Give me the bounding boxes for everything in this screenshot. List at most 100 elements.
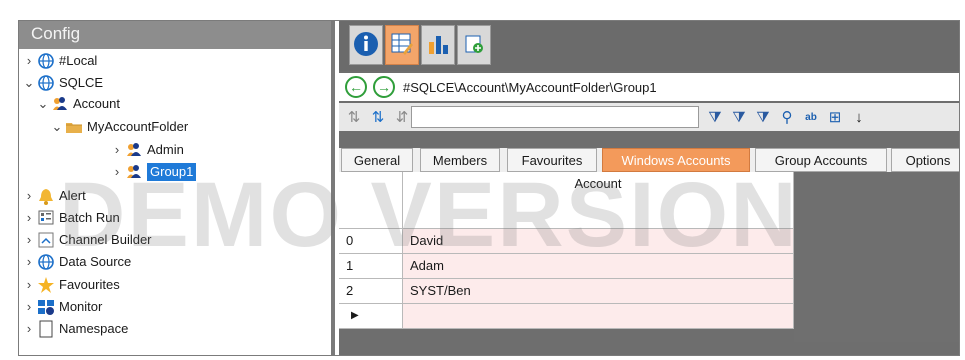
- toolbar: [339, 21, 959, 71]
- tree-item-account[interactable]: ⌄ Account: [37, 93, 120, 115]
- tab-windows-accounts[interactable]: Windows Accounts: [602, 148, 750, 172]
- account-cell[interactable]: David: [403, 229, 794, 254]
- tree-item-label: #Local: [59, 53, 98, 68]
- tab-bar: General Members Favourites Windows Accou…: [339, 148, 959, 172]
- account-cell[interactable]: SYST/Ben: [403, 279, 794, 304]
- sort-descending-icon[interactable]: ⇅: [369, 108, 387, 126]
- chevron-right-icon[interactable]: ›: [111, 161, 123, 183]
- filter-input[interactable]: [411, 106, 699, 128]
- tree-item-favourites[interactable]: › Favourites: [23, 274, 120, 296]
- star-icon: [37, 276, 55, 294]
- chevron-down-icon[interactable]: ⌄: [51, 116, 63, 138]
- tab-options[interactable]: Options: [891, 148, 959, 172]
- filter-clear-icon[interactable]: ⧩: [729, 107, 749, 127]
- tree-item-sqlce[interactable]: ⌄ SQLCE: [23, 72, 103, 94]
- forward-button[interactable]: →: [373, 76, 395, 98]
- tree-item-namespace[interactable]: › Namespace: [23, 318, 128, 340]
- edit-grid-button[interactable]: [385, 25, 419, 65]
- filter-up-icon[interactable]: ⧩: [753, 107, 773, 127]
- arrow-left-icon: ←: [349, 79, 363, 95]
- tree-item-label: Favourites: [59, 277, 120, 292]
- tree-item-label: Group1: [147, 163, 197, 181]
- globe-icon: [37, 74, 55, 92]
- chevron-right-icon[interactable]: ›: [23, 229, 35, 251]
- tree-item-monitor[interactable]: › Monitor: [23, 296, 102, 318]
- tree-item-local[interactable]: › #Local: [23, 50, 97, 72]
- config-header: Config: [19, 21, 331, 49]
- users-icon: [51, 95, 69, 113]
- chevron-right-icon[interactable]: ›: [23, 207, 35, 229]
- chart-button[interactable]: [421, 25, 455, 65]
- application-window: Config › #Local ⌄ SQLCE ⌄ Account ⌄ MyAc…: [18, 20, 960, 356]
- tree-item-label: Admin: [147, 142, 184, 157]
- tree-item-label: Channel Builder: [59, 232, 152, 247]
- tree-item-label: Batch Run: [59, 210, 120, 225]
- new-row-marker[interactable]: ▶: [339, 304, 403, 329]
- accounts-grid: Account 0 David 1 Adam 2 SYST/Ben ▶: [339, 172, 794, 342]
- tab-members[interactable]: Members: [420, 148, 500, 172]
- tree-item-group1[interactable]: › Group1: [111, 161, 197, 183]
- tree-item-channel-builder[interactable]: › Channel Builder: [23, 229, 152, 251]
- chevron-right-icon[interactable]: ›: [23, 318, 35, 340]
- grid-export-icon[interactable]: ⊞: [825, 107, 845, 127]
- tree-item-admin[interactable]: › Admin: [111, 139, 184, 161]
- tree-item-label: MyAccountFolder: [87, 119, 189, 134]
- edit-grid-icon: [390, 32, 414, 59]
- detail-panel: ← → #SQLCE\Account\MyAccountFolder\Group…: [339, 21, 959, 355]
- tree-item-myaccountfolder[interactable]: ⌄ MyAccountFolder: [51, 116, 189, 138]
- row-index[interactable]: 2: [339, 279, 403, 304]
- channel-icon: [37, 231, 55, 249]
- row-index[interactable]: 1: [339, 254, 403, 279]
- bell-icon: [37, 187, 55, 205]
- tab-general[interactable]: General: [341, 148, 413, 172]
- users-icon: [125, 163, 143, 181]
- tree-item-label: Alert: [59, 188, 86, 203]
- tree-item-label: Monitor: [59, 299, 103, 314]
- chevron-down-icon[interactable]: ⌄: [23, 72, 35, 94]
- globe-icon: [37, 253, 55, 271]
- new-page-icon: [463, 33, 485, 58]
- tab-favourites[interactable]: Favourites: [507, 148, 597, 172]
- chart-icon: [426, 32, 450, 59]
- filter-icon[interactable]: ⧩: [705, 107, 725, 127]
- chevron-right-icon[interactable]: ›: [111, 139, 123, 161]
- sort-az-icon[interactable]: ↓: [849, 107, 869, 127]
- grid-empty-area: [794, 172, 959, 342]
- tree-item-label: Account: [73, 96, 120, 111]
- chevron-down-icon[interactable]: ⌄: [37, 93, 49, 115]
- folder-icon: [65, 118, 83, 136]
- globe-icon: [37, 52, 55, 70]
- sort-ascending-icon[interactable]: ⇅: [345, 108, 363, 126]
- path-display: #SQLCE\Account\MyAccountFolder\Group1: [403, 79, 657, 95]
- row-index[interactable]: 0: [339, 229, 403, 254]
- tree-item-batch-run[interactable]: › Batch Run: [23, 207, 120, 229]
- info-button[interactable]: [349, 25, 383, 65]
- tree-item-label: Namespace: [59, 321, 129, 336]
- chevron-right-icon[interactable]: ›: [23, 274, 35, 296]
- filter-bar: ⇅ ⇅ ⇵ ⧩ ⧩ ⧩ ⚲ ab ⊞ ↓: [339, 103, 959, 131]
- monitor-icon: [37, 298, 55, 316]
- tree-item-data-source[interactable]: › Data Source: [23, 251, 131, 273]
- new-row-cell[interactable]: [403, 304, 794, 329]
- batch-icon: [37, 209, 55, 227]
- tree-item-label: SQLCE: [59, 75, 104, 90]
- tree-item-label: Data Source: [59, 254, 132, 269]
- chevron-right-icon[interactable]: ›: [23, 50, 35, 72]
- chevron-right-icon[interactable]: ›: [23, 296, 35, 318]
- arrow-right-icon: →: [377, 79, 391, 95]
- search-icon[interactable]: ⚲: [777, 107, 797, 127]
- tree-item-alert[interactable]: › Alert: [23, 185, 86, 207]
- info-icon: [353, 31, 379, 60]
- grid-corner: [339, 172, 403, 229]
- replace-icon[interactable]: ab: [801, 107, 821, 127]
- chevron-right-icon[interactable]: ›: [23, 251, 35, 273]
- navigation-bar: ← → #SQLCE\Account\MyAccountFolder\Group…: [339, 73, 959, 101]
- new-page-button[interactable]: [457, 25, 491, 65]
- sort-clear-icon[interactable]: ⇵: [393, 108, 411, 126]
- back-button[interactable]: ←: [345, 76, 367, 98]
- column-header-account[interactable]: Account: [403, 172, 794, 229]
- page-icon: [37, 320, 55, 338]
- tab-group-accounts[interactable]: Group Accounts: [755, 148, 887, 172]
- chevron-right-icon[interactable]: ›: [23, 185, 35, 207]
- account-cell[interactable]: Adam: [403, 254, 794, 279]
